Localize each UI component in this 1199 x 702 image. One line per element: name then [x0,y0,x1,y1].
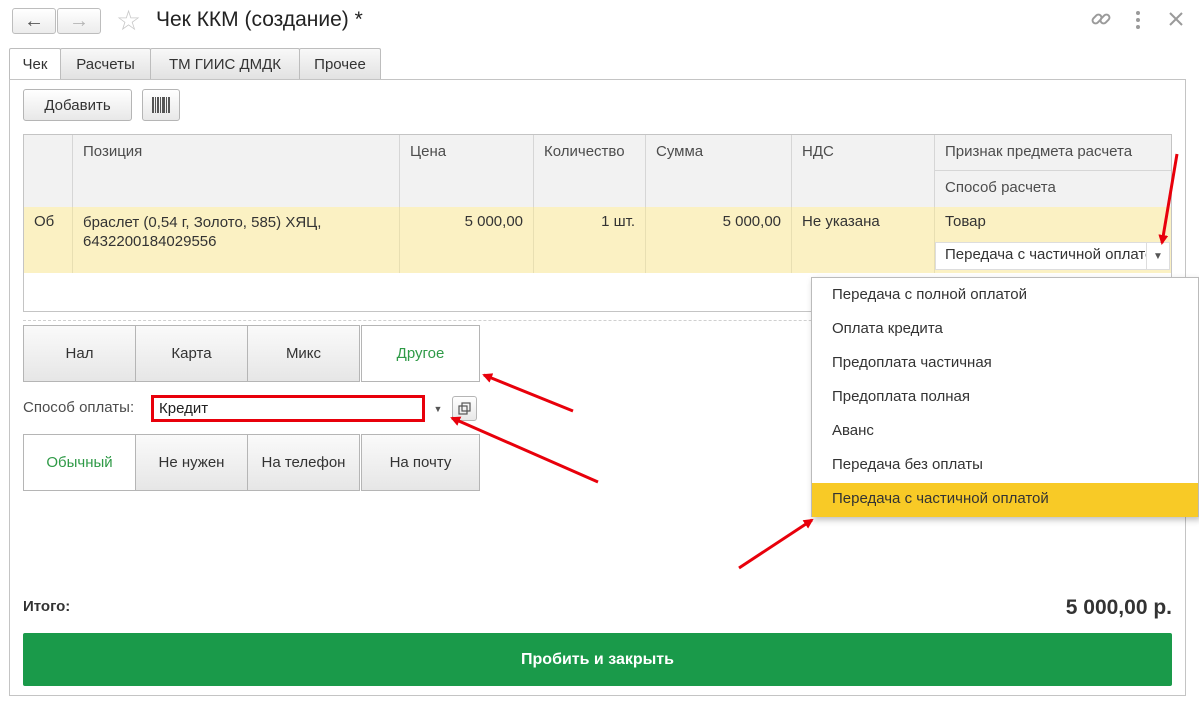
annotation-arrow [738,518,814,570]
annotation-arrow [1158,153,1179,245]
annotation-arrow [482,373,574,413]
annotation-arrow [450,416,599,484]
annotation-arrows [450,153,1179,570]
